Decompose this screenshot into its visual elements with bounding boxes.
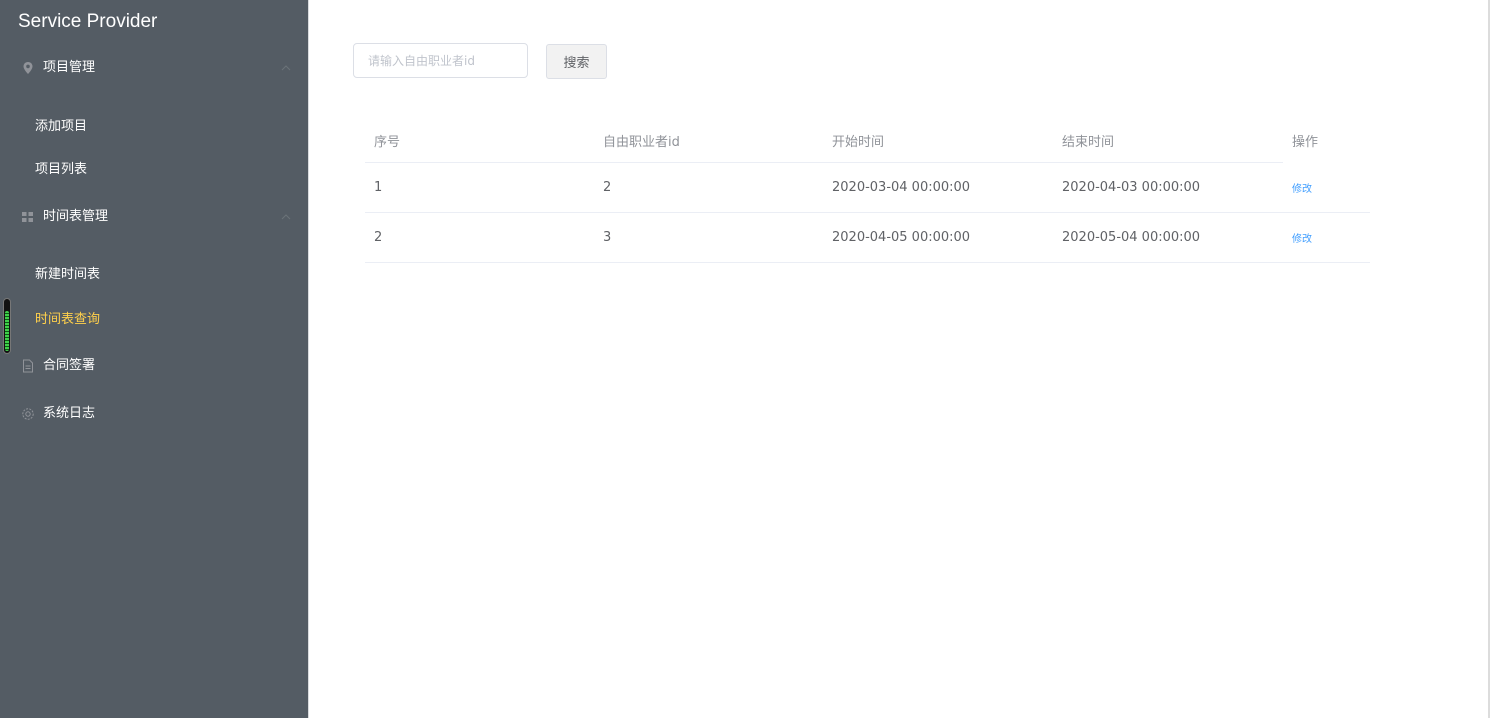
column-header-start-time: 开始时间	[832, 135, 885, 150]
menu-group-label: 系统日志	[43, 406, 96, 421]
document-icon	[21, 359, 35, 373]
sidebar-item-new-timesheet[interactable]: 新建时间表	[0, 255, 309, 295]
cell-start-time: 2020-03-04 00:00:00	[832, 180, 971, 195]
sidebar-item-label: 项目列表	[35, 162, 88, 177]
menu-group-label: 项目管理	[43, 60, 96, 75]
scroll-handle-bar	[5, 311, 9, 351]
sidebar-item-add-project[interactable]: 添加项目	[0, 107, 309, 147]
cell-index: 1	[374, 180, 383, 195]
sidebar-item-label: 新建时间表	[35, 267, 101, 282]
table-row: 1 2 2020-03-04 00:00:00 2020-04-03 00:00…	[365, 163, 1370, 213]
window-edge-divider	[1488, 0, 1490, 718]
edit-link[interactable]: 修改	[1292, 231, 1312, 249]
sidebar-item-project-list[interactable]: 项目列表	[0, 150, 309, 190]
timesheet-table: 序号 自由职业者id 开始时间 结束时间 操作 1 2 2020-03-04 0…	[365, 121, 1370, 263]
table-row: 2 3 2020-04-05 00:00:00 2020-05-04 00:00…	[365, 213, 1370, 263]
app-title: Service Provider	[18, 11, 158, 32]
menu-group-label: 时间表管理	[43, 209, 109, 224]
menu-group-project-management[interactable]: 项目管理	[0, 46, 309, 90]
table-header-row: 序号 自由职业者id 开始时间 结束时间 操作	[365, 121, 1370, 163]
menu-group-timesheet-management[interactable]: 时间表管理	[0, 195, 309, 239]
column-header-end-time: 结束时间	[1062, 135, 1115, 150]
menu-group-system-log[interactable]: 系统日志	[0, 392, 309, 436]
cell-start-time: 2020-04-05 00:00:00	[832, 230, 971, 245]
menu-group-label: 合同签署	[43, 358, 96, 373]
cell-end-time: 2020-04-03 00:00:00	[1062, 180, 1201, 195]
column-header-index: 序号	[374, 135, 401, 150]
column-header-actions: 操作	[1292, 135, 1319, 150]
gear-icon	[21, 407, 35, 421]
cell-index: 2	[374, 230, 383, 245]
grid-icon	[21, 210, 35, 224]
sidebar: Service Provider 项目管理 添加项目 项目列表 时间表管理 新建…	[0, 0, 309, 718]
menu-group-contract-signing[interactable]: 合同签署	[0, 344, 309, 388]
search-button[interactable]: 搜索	[546, 44, 607, 79]
scroll-handle[interactable]	[3, 298, 11, 354]
column-header-freelancer-id: 自由职业者id	[603, 135, 680, 150]
sidebar-item-label: 时间表查询	[35, 312, 101, 327]
cell-freelancer-id: 2	[603, 180, 612, 195]
search-input[interactable]	[353, 43, 528, 78]
sidebar-item-timesheet-query[interactable]: 时间表查询	[0, 300, 309, 340]
chevron-up-icon	[280, 62, 292, 72]
cell-end-time: 2020-05-04 00:00:00	[1062, 230, 1201, 245]
edit-link[interactable]: 修改	[1292, 181, 1312, 199]
sidebar-item-label: 添加项目	[35, 119, 88, 134]
chevron-up-icon	[280, 211, 292, 221]
location-icon	[21, 61, 35, 75]
cell-freelancer-id: 3	[603, 230, 612, 245]
